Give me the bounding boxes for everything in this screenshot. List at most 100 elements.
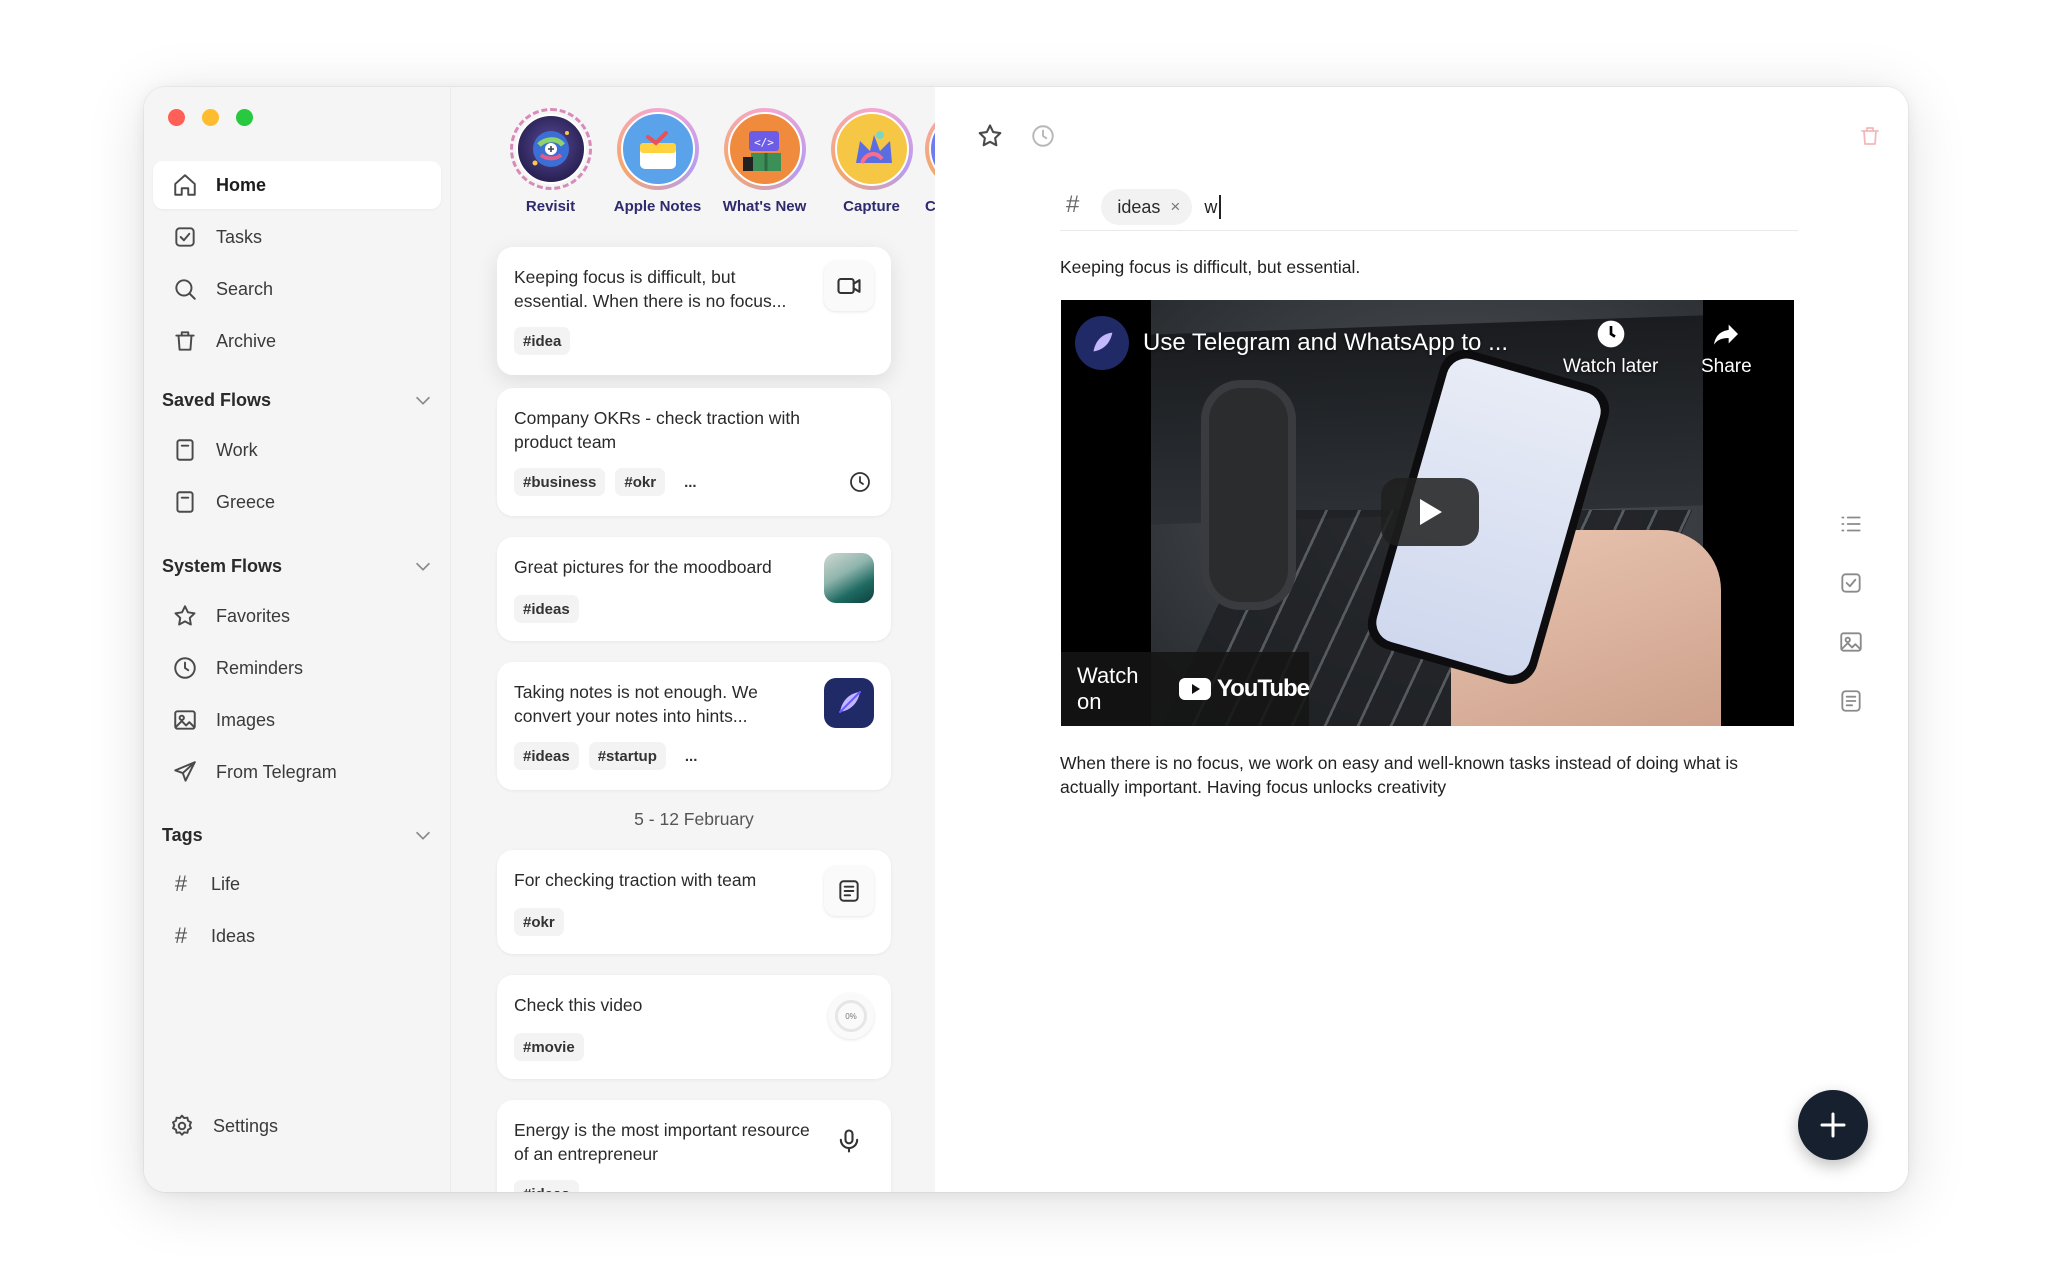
sidebar-item-label: Favorites xyxy=(216,605,291,626)
checkbox-icon xyxy=(171,223,199,251)
note-tag[interactable]: #ideas xyxy=(514,1180,579,1192)
image-thumbnail xyxy=(824,553,874,603)
add-note-button[interactable] xyxy=(1798,1090,1868,1160)
system-flows-header[interactable]: System Flows xyxy=(162,551,434,581)
note-text: Check this video xyxy=(514,995,643,1015)
story-partial[interactable]: C xyxy=(925,108,935,215)
minimize-window-button[interactable] xyxy=(202,109,219,126)
sidebar-item-work[interactable]: Work xyxy=(153,426,441,474)
note-card[interactable]: Taking notes is not enough. We convert y… xyxy=(497,662,891,790)
sidebar-item-archive[interactable]: Archive xyxy=(153,317,441,365)
note-tag[interactable]: #ideas xyxy=(514,742,579,770)
clock-icon xyxy=(1032,125,1054,147)
section-title: Tags xyxy=(162,824,203,845)
note-text: Taking notes is not enough. We convert y… xyxy=(514,682,758,726)
story-label: Apple Notes xyxy=(613,198,702,215)
sidebar-item-tag-ideas[interactable]: # Ideas xyxy=(153,912,441,960)
bookmark-icon xyxy=(171,488,199,516)
notes-app-icon xyxy=(620,112,695,186)
section-title: Saved Flows xyxy=(162,389,272,410)
story-whats-new[interactable]: </> What's New xyxy=(711,108,818,215)
note-card[interactable]: Great pictures for the moodboard #ideas xyxy=(497,537,891,641)
watch-later-button[interactable]: Watch later xyxy=(1563,318,1658,378)
note-tag[interactable]: #movie xyxy=(514,1033,584,1061)
sidebar-item-greece[interactable]: Greece xyxy=(153,478,441,526)
zoom-window-button[interactable] xyxy=(236,109,253,126)
note-card[interactable]: For checking traction with team #okr xyxy=(497,850,891,954)
image-icon xyxy=(1840,632,1862,652)
plus-icon xyxy=(1820,1112,1846,1138)
sidebar-item-label: Images xyxy=(216,709,276,730)
saved-flows-header[interactable]: Saved Flows xyxy=(162,385,434,415)
checkbox-icon xyxy=(1841,573,1861,593)
channel-logo-icon[interactable] xyxy=(1075,316,1129,370)
story-capture[interactable]: Capture xyxy=(818,108,925,215)
story-revisit[interactable]: Revisit xyxy=(497,108,604,215)
close-window-button[interactable] xyxy=(168,109,185,126)
note-card[interactable]: Company OKRs - check traction with produ… xyxy=(497,388,891,516)
sidebar-item-label: Work xyxy=(216,439,258,460)
sidebar: Home Tasks Search Archive Saved Flows Wo… xyxy=(144,87,451,1192)
stories-row: Revisit Apple Notes </> What's New Captu… xyxy=(497,108,935,215)
share-button[interactable]: Share xyxy=(1701,318,1752,378)
sidebar-item-images[interactable]: Images xyxy=(153,696,441,744)
play-button[interactable] xyxy=(1381,478,1479,546)
story-label: What's New xyxy=(722,198,807,215)
note-tag[interactable]: #okr xyxy=(514,908,564,936)
note-text: Keeping focus is difficult, but essentia… xyxy=(514,267,787,311)
note-tag[interactable]: #idea xyxy=(514,327,571,355)
note-text: Great pictures for the moodboard xyxy=(514,557,772,577)
clock-icon xyxy=(846,468,874,496)
app-logo-thumbnail xyxy=(824,678,874,728)
sidebar-item-label: Tasks xyxy=(216,226,263,247)
tag-input[interactable]: w xyxy=(1204,195,1222,219)
sidebar-item-search[interactable]: Search xyxy=(153,265,441,313)
chevron-down-icon xyxy=(415,562,431,571)
section-title: System Flows xyxy=(162,555,283,576)
note-tag[interactable]: #startup xyxy=(588,742,666,770)
note-tag-more[interactable]: ... xyxy=(676,742,707,770)
youtube-logo: YouTube xyxy=(1178,675,1310,703)
outline-list-button[interactable] xyxy=(1836,509,1866,539)
note-text: Company OKRs - check traction with produ… xyxy=(514,408,800,452)
note-card[interactable]: Energy is the most important resource of… xyxy=(497,1100,891,1192)
add-checklist-button[interactable] xyxy=(1836,568,1866,598)
reminder-button[interactable] xyxy=(1028,121,1058,151)
tag-editor[interactable]: # ideas × w xyxy=(1060,189,1798,231)
note-tag-more[interactable]: ... xyxy=(675,468,706,496)
list-icon xyxy=(1841,516,1861,532)
tag-chip-ideas[interactable]: ideas × xyxy=(1101,189,1193,225)
story-apple-notes[interactable]: Apple Notes xyxy=(604,108,711,215)
video-title[interactable]: Use Telegram and WhatsApp to ... xyxy=(1143,329,1508,357)
note-detail-pane: # ideas × w Keeping focus is difficult, … xyxy=(935,87,1908,1192)
gift-box-icon: </> xyxy=(727,112,802,186)
note-tag[interactable]: #ideas xyxy=(514,595,579,623)
sidebar-item-tasks[interactable]: Tasks xyxy=(153,213,441,261)
clock-icon xyxy=(1597,320,1625,348)
chevron-down-icon xyxy=(415,396,431,405)
bookmark-icon xyxy=(171,436,199,464)
note-tag[interactable]: #okr xyxy=(615,468,666,496)
sidebar-item-tag-life[interactable]: # Life xyxy=(153,860,441,908)
note-tag[interactable]: #business xyxy=(514,468,606,496)
microphone-icon xyxy=(824,1116,874,1166)
progress-ring: 0% xyxy=(828,993,874,1039)
add-image-button[interactable] xyxy=(1836,627,1866,657)
youtube-video-embed[interactable]: Use Telegram and WhatsApp to ... Watch l… xyxy=(1061,300,1794,726)
sidebar-item-from-telegram[interactable]: From Telegram xyxy=(153,748,441,796)
watch-on-youtube-button[interactable]: Watch on YouTube xyxy=(1061,652,1310,726)
close-icon[interactable]: × xyxy=(1170,197,1180,217)
sidebar-item-favorites[interactable]: Favorites xyxy=(153,592,441,640)
search-icon xyxy=(171,275,199,303)
note-card[interactable]: Keeping focus is difficult, but essentia… xyxy=(497,247,891,375)
note-card[interactable]: Check this video #movie 0% xyxy=(497,975,891,1079)
story-label: Capture xyxy=(843,198,900,215)
add-document-button[interactable] xyxy=(1836,686,1866,716)
sidebar-item-settings[interactable]: Settings xyxy=(150,1102,438,1150)
tags-header[interactable]: Tags xyxy=(162,820,434,850)
sidebar-item-label: From Telegram xyxy=(216,761,337,782)
sidebar-item-reminders[interactable]: Reminders xyxy=(153,644,441,692)
delete-note-button[interactable] xyxy=(1855,121,1885,151)
sidebar-item-home[interactable]: Home xyxy=(153,161,441,209)
favorite-star-button[interactable] xyxy=(975,121,1005,151)
